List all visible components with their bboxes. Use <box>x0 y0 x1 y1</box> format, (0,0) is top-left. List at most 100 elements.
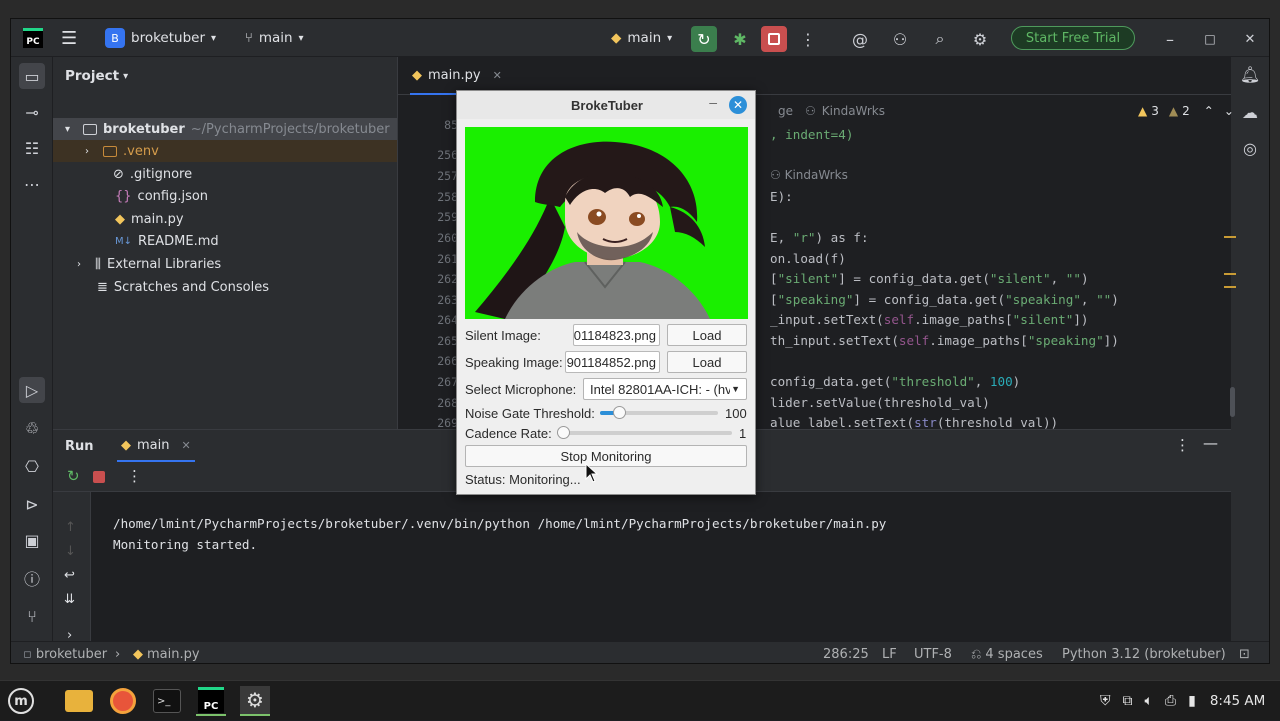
settings-button[interactable]: ⚙ <box>967 26 993 52</box>
chevron-down-icon[interactable]: ⌄ <box>1224 104 1234 118</box>
debug-button[interactable]: ✱ <box>727 26 753 52</box>
commit-tool-button[interactable]: ⊸ <box>19 99 45 125</box>
speaking-image-path-input[interactable]: 901184852.png <box>565 351 660 373</box>
clipboard-icon[interactable]: ⎙ <box>1165 693 1176 709</box>
scroll-to-end-button[interactable]: ⇊ <box>64 592 75 607</box>
problems-button[interactable]: ⓘ <box>19 565 45 591</box>
bell-icon: 🔔︎ <box>1239 64 1261 84</box>
status-bar: ▫ broketuber › ◆ main.py 286:25 LF UTF-8… <box>11 641 1269 663</box>
python-console-button[interactable]: ⎔ <box>19 453 45 479</box>
run-options-button[interactable]: ⋮ <box>1175 436 1190 454</box>
pycharm-logo: PC <box>23 19 43 57</box>
tab-run-main[interactable]: ◆ main ✕ <box>117 430 195 462</box>
line-separator[interactable]: LF <box>882 642 897 663</box>
load-silent-image-button[interactable]: Load <box>667 324 747 346</box>
inspection-widget[interactable]: ▲ 3 ▲ 2 ⌃ ⌄ <box>1138 101 1234 121</box>
vcs-branch-switcher[interactable]: ⑂ main ▾ <box>245 19 304 57</box>
warning-stripe[interactable] <box>1224 286 1236 288</box>
scroll-up-button[interactable]: ↑ <box>65 520 76 535</box>
editor-scrollbar[interactable] <box>1230 387 1235 417</box>
pycharm-launcher[interactable]: PC <box>196 686 226 716</box>
line-number: 269 <box>437 416 458 430</box>
coverage-button[interactable]: ◎ <box>1237 135 1263 161</box>
warning-stripe[interactable] <box>1224 273 1236 275</box>
more-actions-button[interactable]: ⋮ <box>795 26 821 52</box>
maximize-window-button[interactable]: □ <box>1197 26 1223 52</box>
minimize-window-button[interactable]: – <box>1157 26 1183 52</box>
dialog-close-button[interactable]: ✕ <box>729 96 747 114</box>
run-config-selector[interactable]: ◆ main ▾ <box>611 19 672 57</box>
tree-item-readme[interactable]: M↓ README.md <box>115 230 219 252</box>
interpreter-selector[interactable]: Python 3.12 (broketuber) <box>1062 642 1226 663</box>
code-line: on.load(f) <box>770 251 846 266</box>
network-icon[interactable]: ⧉ <box>1123 693 1133 709</box>
mint-menu-button[interactable]: m <box>6 686 36 716</box>
terminal-launcher[interactable]: >_ <box>152 686 182 716</box>
ignore-file-icon: ⊘ <box>113 166 124 182</box>
search-button[interactable]: ⌕ <box>927 26 953 52</box>
file-encoding[interactable]: UTF-8 <box>914 642 952 663</box>
rerun-button[interactable]: ↻ <box>67 467 80 485</box>
rerun-button[interactable]: ↻ <box>691 26 717 52</box>
ai-chat-button[interactable]: ☁ <box>1237 99 1263 125</box>
tree-item-config-json[interactable]: {} config.json <box>115 185 208 207</box>
statusbar-breadcrumb-file[interactable]: ◆ main.py <box>133 642 200 663</box>
indent-widget[interactable]: ⎌ 4 spaces <box>971 642 1043 663</box>
cadence-rate-slider[interactable] <box>557 426 732 439</box>
settings-launcher[interactable]: ⚙ <box>240 686 270 716</box>
tree-item-external-libraries[interactable]: › ⫼ External Libraries <box>77 253 221 275</box>
ai-assistant-button[interactable]: @ <box>847 26 873 52</box>
close-icon[interactable]: ✕ <box>493 69 502 82</box>
python-packages-button[interactable]: ♲ <box>19 415 45 441</box>
add-user-button[interactable]: ⚇ <box>887 26 913 52</box>
close-icon[interactable]: ✕ <box>181 439 190 452</box>
stop-button[interactable] <box>761 26 787 52</box>
project-tool-button[interactable]: ▭ <box>19 63 45 89</box>
project-switcher[interactable]: B broketuber ▾ <box>105 19 216 57</box>
tree-item-scratches[interactable]: ≣ Scratches and Consoles <box>97 276 269 298</box>
noise-gate-slider-handle[interactable] <box>613 406 626 419</box>
readonly-toggle[interactable]: ⊡ <box>1239 642 1250 663</box>
stop-run-button[interactable] <box>93 471 105 483</box>
load-speaking-image-button[interactable]: Load <box>667 351 747 373</box>
volume-icon[interactable]: 🔈︎ <box>1145 693 1153 709</box>
microphone-select[interactable]: Intel 82801AA-ICH: - (hv ▼ <box>583 378 747 400</box>
project-panel-header[interactable]: Project ▾ <box>53 57 397 95</box>
tree-item-broketuber[interactable]: ▾ broketuber ~/PycharmProjects/broketube… <box>53 118 397 140</box>
warning-stripe[interactable] <box>1224 236 1236 238</box>
statusbar-breadcrumb-project[interactable]: ▫ broketuber <box>23 642 107 663</box>
soft-wrap-button[interactable]: ↩ <box>64 568 75 583</box>
terminal-button[interactable]: ▣ <box>19 527 45 553</box>
close-window-button[interactable]: ✕ <box>1237 26 1263 52</box>
tree-item-venv[interactable]: › .venv <box>53 140 397 162</box>
chevron-up-icon[interactable]: ⌃ <box>1204 104 1214 118</box>
firefox-launcher[interactable] <box>108 686 138 716</box>
caret-position[interactable]: 286:25 <box>823 642 869 663</box>
git-button[interactable]: ⑂ <box>19 603 45 629</box>
silent-image-path-input[interactable]: 250901184823.png <box>573 324 660 346</box>
files-launcher[interactable] <box>64 686 94 716</box>
battery-icon[interactable]: ▮ <box>1188 693 1196 709</box>
noise-gate-slider[interactable] <box>600 406 718 419</box>
more-tools-button[interactable]: ⋯ <box>19 171 45 197</box>
shield-icon[interactable]: ⛨ <box>1100 693 1111 709</box>
stop-icon <box>768 33 780 45</box>
run-more-button[interactable]: ⋮ <box>127 467 142 485</box>
dialog-minimize-button[interactable]: – <box>709 94 717 110</box>
structure-tool-button[interactable]: ☷ <box>19 135 45 161</box>
stop-monitoring-button[interactable]: Stop Monitoring <box>465 445 747 467</box>
tree-item-gitignore[interactable]: ⊘ .gitignore <box>113 163 192 185</box>
notifications-button[interactable]: 🔔︎ <box>1237 61 1263 87</box>
microphone-label: Select Microphone: <box>465 381 577 397</box>
code-line: config_data.get("threshold", 100) <box>770 374 1021 389</box>
main-menu-button[interactable]: ☰ <box>61 19 77 57</box>
cadence-rate-slider-handle[interactable] <box>557 426 570 439</box>
hide-panel-button[interactable]: — <box>1203 434 1218 452</box>
clock[interactable]: 8:45 AM <box>1210 693 1266 709</box>
start-free-trial-button[interactable]: Start Free Trial <box>1011 26 1135 50</box>
services-button[interactable]: ⊳ <box>19 491 45 517</box>
services-icon: ⊳ <box>25 494 39 514</box>
scroll-down-button[interactable]: ↓ <box>65 544 76 559</box>
tree-item-main-py[interactable]: ◆ main.py <box>115 208 184 230</box>
run-tool-button[interactable]: ▷ <box>19 377 45 403</box>
